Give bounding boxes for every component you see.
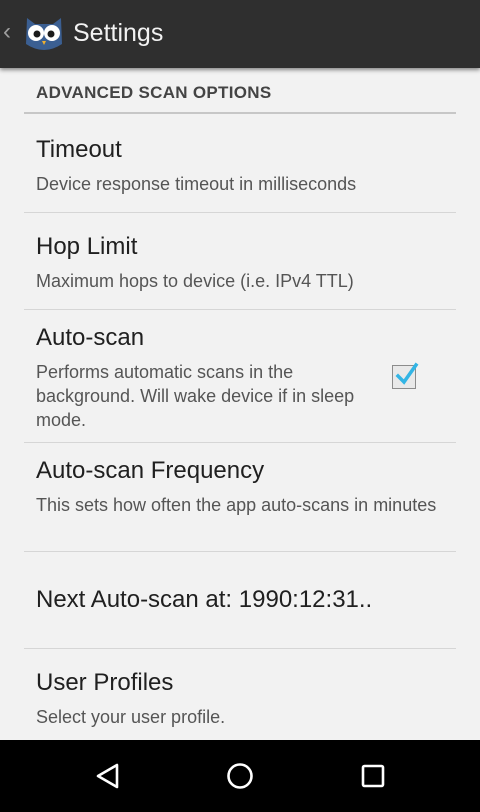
category-header: ADVANCED SCAN OPTIONS — [36, 83, 272, 102]
pref-title: Auto-scan — [36, 324, 145, 351]
home-circle-icon — [227, 763, 253, 789]
auto-scan-checkbox[interactable] — [392, 362, 419, 389]
pref-auto-scan-frequency[interactable]: Auto-scan Frequency This sets how often … — [0, 443, 480, 551]
owl-app-icon — [26, 18, 62, 50]
screen-title: Settings — [73, 19, 164, 47]
home-button[interactable] — [204, 750, 276, 802]
action-bar: ‹ Settings — [0, 0, 480, 68]
pref-title: Timeout — [36, 136, 122, 163]
pref-hop-limit[interactable]: Hop Limit Maximum hops to device (i.e. I… — [0, 213, 480, 309]
pref-user-profiles[interactable]: User Profiles Select your user profile. — [0, 649, 480, 740]
chevron-left-icon: ‹ — [3, 18, 11, 45]
pref-title: Next Auto-scan at: 1990:12:31.. — [36, 586, 373, 613]
checkmark-icon — [395, 362, 419, 385]
back-button[interactable] — [72, 750, 144, 802]
navigation-bar — [0, 740, 480, 812]
up-navigation-button[interactable]: ‹ — [0, 0, 68, 68]
back-triangle-icon — [96, 763, 119, 789]
pref-summary: Select your user profile. — [36, 707, 226, 727]
pref-summary: Performs automatic scans in the backgrou… — [36, 362, 355, 430]
recents-square-icon — [361, 764, 385, 788]
settings-list[interactable]: ADVANCED SCAN OPTIONS Timeout Device res… — [0, 68, 480, 740]
pref-summary: This sets how often the app auto-scans i… — [36, 495, 437, 515]
pref-title: Hop Limit — [36, 233, 138, 260]
pref-next-auto-scan[interactable]: Next Auto-scan at: 1990:12:31.. — [0, 552, 480, 648]
pref-summary: Device response timeout in milliseconds — [36, 174, 357, 194]
recents-button[interactable] — [337, 750, 409, 802]
pref-summary: Maximum hops to device (i.e. IPv4 TTL) — [36, 271, 354, 291]
pref-title: Auto-scan Frequency — [36, 457, 265, 484]
pref-title: User Profiles — [36, 669, 174, 696]
pref-timeout[interactable]: Timeout Device response timeout in milli… — [0, 114, 480, 212]
